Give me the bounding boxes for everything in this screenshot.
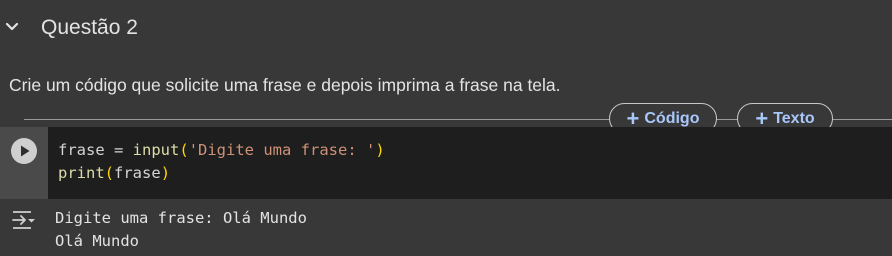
code-line: print(frase): [58, 164, 170, 182]
notebook-page: Questão 2 Crie um código que solicite um…: [0, 0, 892, 256]
cell-gutter: [0, 127, 48, 199]
code-cell: frase = input('Digite uma frase: ') prin…: [0, 127, 892, 199]
function-token: input: [132, 141, 180, 159]
paren-token: (: [179, 141, 189, 159]
text-cell-content[interactable]: Crie um código que solicite uma frase e …: [9, 75, 561, 96]
chevron-down-icon[interactable]: [4, 19, 20, 35]
paren-token: (: [104, 164, 115, 182]
run-cell-button[interactable]: [11, 138, 37, 164]
add-text-label: Texto: [773, 109, 815, 127]
play-icon: [21, 145, 30, 157]
section-title: Questão 2: [41, 16, 138, 39]
string-token: 'Digite uma frase: ': [188, 141, 376, 159]
paren-token: ): [160, 164, 171, 182]
output-toggle-icon[interactable]: [11, 209, 37, 231]
argument-token: frase: [114, 164, 161, 182]
paren-token: ): [375, 141, 385, 159]
output-line: Digite uma frase: Olá Mundo: [55, 209, 307, 227]
add-code-label: Código: [644, 109, 700, 127]
output-line: Olá Mundo: [55, 232, 139, 250]
code-editor[interactable]: frase = input('Digite uma frase: ') prin…: [48, 127, 892, 199]
cell-output: Digite uma frase: Olá Mundo Olá Mundo: [0, 199, 892, 256]
operator-token: =: [104, 141, 133, 159]
code-line: frase = input('Digite uma frase: '): [58, 141, 385, 159]
function-token: print: [58, 164, 105, 182]
variable-token: frase: [58, 141, 105, 159]
